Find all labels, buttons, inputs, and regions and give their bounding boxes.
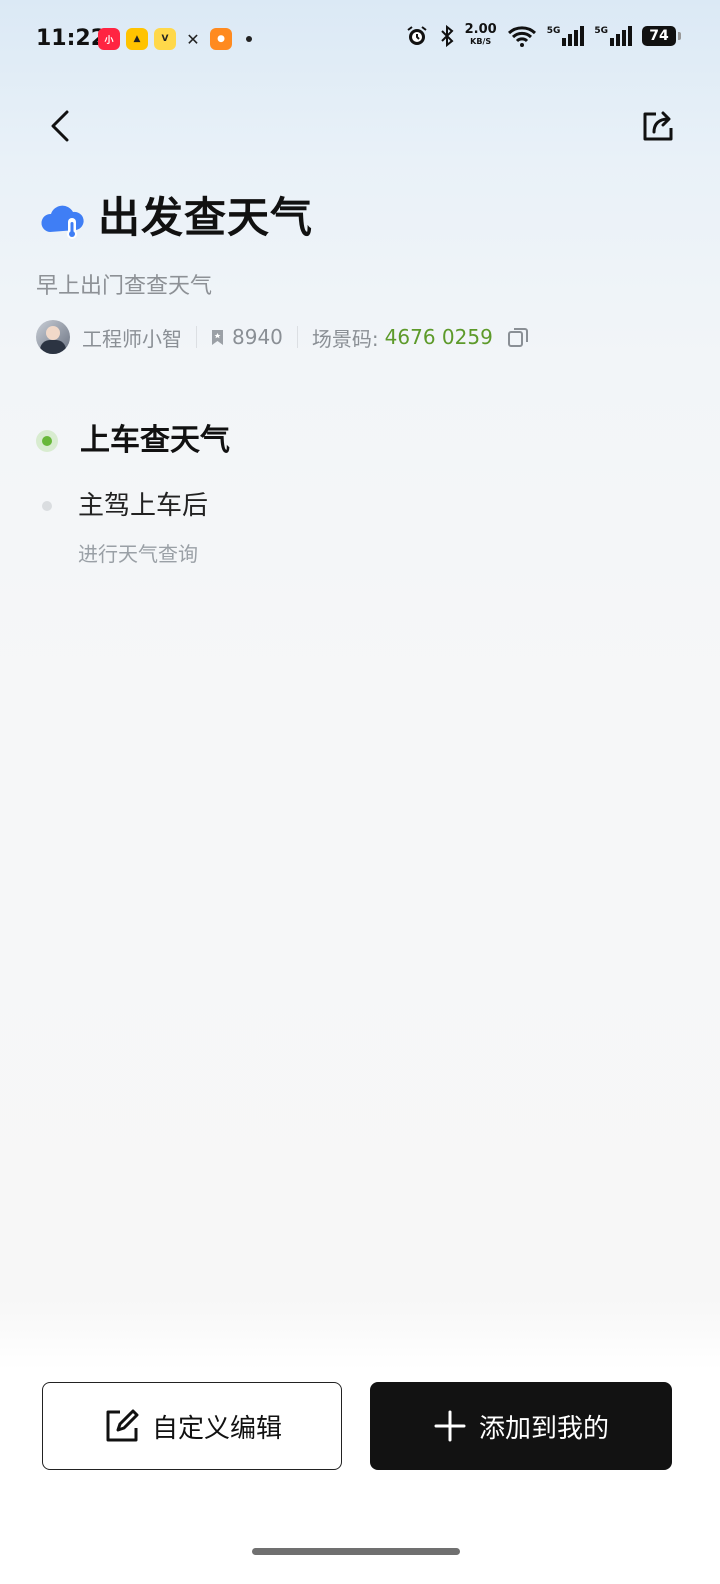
author-name[interactable]: 工程师小智 [82,323,182,352]
scene-code-label: 场景码: [311,326,379,351]
xiaohongshu-app-icon: 小 [98,28,120,50]
condition-indicator [42,501,52,511]
scene-code-value: 4676 0259 [384,325,493,349]
bookmark-icon [212,329,223,345]
back-button[interactable] [40,104,84,148]
plus-icon [434,1410,466,1442]
divider [196,326,197,348]
custom-edit-label: 自定义编辑 [151,1413,282,1444]
action-text: 进行天气查询 [78,542,198,566]
trigger-title: 上车查天气 [80,423,230,458]
page-subtitle: 早上出门查查天气 [36,274,213,299]
scene-meta: 工程师小智 8940 场景码: 4676 0259 [36,318,529,356]
share-button[interactable] [636,104,680,148]
add-to-mine-label: 添加到我的 [478,1413,609,1444]
author-avatar[interactable] [36,320,70,354]
cellular-signal-1: 5G [547,26,585,46]
app-icon: ● [210,28,232,50]
weather-cloud-icon [38,196,86,244]
trigger-indicator [36,430,58,452]
cellular-signal-2: 5G [594,26,632,46]
status-time: 11:22 [36,26,107,51]
notification-icons: 小 ▲ V ✕ ● [98,28,252,50]
alarm-icon [407,26,427,45]
favorites-count: 8940 [232,325,283,349]
battery-indicator: 74 [642,26,681,46]
chevron-left-icon [51,110,69,142]
page-title: 出发查天气 [98,193,314,242]
more-notifications-icon [246,36,252,42]
home-indicator[interactable] [252,1548,460,1555]
edit-icon [106,1409,139,1442]
wifi-icon [507,26,536,47]
xpeng-app-icon: ✕ [186,29,200,49]
net-speed: 2.00 KB/S [464,22,497,46]
app-icon: V [154,28,176,50]
add-to-mine-button[interactable]: 添加到我的 [370,1382,672,1470]
share-icon [643,111,673,141]
custom-edit-button[interactable]: 自定义编辑 [42,1382,342,1470]
system-icons: 2.00 KB/S 5G 5G 74 [405,22,681,48]
bluetooth-icon [440,24,454,48]
copy-icon[interactable] [507,326,529,348]
app-icon: ▲ [126,28,148,50]
condition-text: 主驾上车后 [78,491,209,521]
status-bar: 11:22 小 ▲ V ✕ ● 2.00 KB/S 5G 5G 74 [0,0,720,80]
divider [296,326,298,348]
